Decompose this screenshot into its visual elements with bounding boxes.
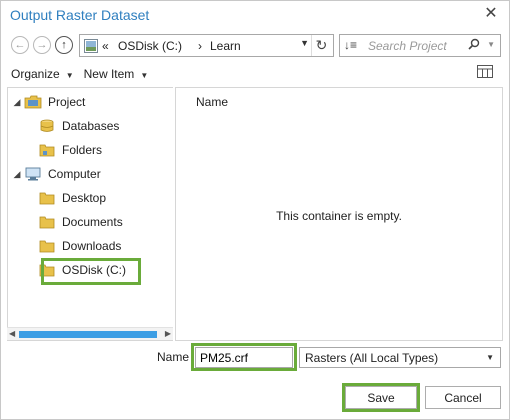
type-select[interactable]: Rasters (All Local Types) ▼ [299, 347, 501, 368]
search-input[interactable]: Search Project [368, 39, 447, 53]
scroll-right-icon[interactable]: ▶ [165, 329, 171, 338]
content-pane: Name This container is empty. [175, 87, 503, 341]
tree-horizontal-scrollbar[interactable]: ◀ ▶ [7, 327, 173, 340]
forward-arrow-icon: → [36, 39, 48, 51]
search-dropdown-icon[interactable]: ▼ [487, 40, 495, 49]
tree-item-desktop[interactable]: Desktop [24, 187, 106, 209]
tree-item-label: OSDisk (C:) [62, 263, 126, 277]
folder-icon [39, 240, 55, 253]
folder-icon [39, 192, 55, 205]
save-button[interactable]: Save [345, 386, 417, 409]
cancel-button[interactable]: Cancel [425, 386, 501, 409]
tree-item-label: Documents [62, 215, 123, 229]
chevron-down-icon: ▼ [486, 353, 494, 362]
scroll-left-icon[interactable]: ◀ [9, 329, 15, 338]
tree-item-folders[interactable]: Folders [24, 139, 102, 161]
close-icon[interactable]: ✕ [483, 6, 499, 22]
back-arrow-icon: ← [14, 39, 26, 51]
view-options-icon[interactable] [477, 65, 493, 79]
dialog-title: Output Raster Dataset [10, 7, 150, 23]
tree-item-label: Databases [62, 119, 120, 133]
toolbar: Organize ▼ New Item ▼ [11, 65, 158, 83]
up-button[interactable]: ↑ [55, 36, 73, 54]
tree-item-label: Computer [48, 167, 101, 181]
tree-item-computer[interactable]: ◢ Computer [10, 163, 101, 185]
project-icon [24, 95, 42, 109]
database-icon [40, 119, 54, 132]
name-field[interactable] [195, 347, 293, 368]
new-item-label: New Item [83, 67, 135, 81]
expander-icon[interactable]: ◢ [10, 169, 24, 180]
tree-item-label: Folders [62, 143, 103, 157]
navigation-tree: ◢ Project Databases Folders ◢ Computer D… [7, 87, 173, 341]
name-column-header[interactable]: Name [196, 95, 228, 109]
tree-item-label: Downloads [62, 239, 122, 253]
sort-icon[interactable]: ↓≡ [344, 38, 357, 52]
new-item-menu[interactable]: New Item ▼ [84, 67, 149, 81]
folder-icon [39, 216, 55, 229]
tree-item-databases[interactable]: Databases [24, 115, 119, 137]
tree-item-label: Desktop [62, 191, 107, 205]
cancel-label: Cancel [444, 390, 482, 405]
location-icon [84, 39, 98, 53]
forward-button[interactable]: → [33, 36, 51, 54]
up-arrow-icon: ↑ [61, 39, 67, 51]
search-icon[interactable] [468, 38, 480, 50]
name-label: Name [157, 350, 190, 364]
refresh-icon[interactable]: ↻ [311, 35, 331, 56]
breadcrumb-learn[interactable]: Learn [210, 39, 241, 53]
tree-item-osdisk[interactable]: OSDisk (C:) [24, 259, 126, 281]
tree-item-label: Project [48, 95, 86, 109]
search-box[interactable]: ↓≡ Search Project ▼ [339, 34, 501, 57]
address-dropdown-icon[interactable]: ▼ [300, 38, 309, 48]
organize-caret-icon: ▼ [65, 71, 74, 80]
breadcrumb-arrow: › [198, 39, 202, 53]
scrollbar-thumb[interactable] [19, 331, 157, 338]
back-button[interactable]: ← [11, 36, 29, 54]
save-label: Save [367, 390, 395, 405]
computer-icon [25, 167, 41, 181]
type-select-value: Rasters (All Local Types) [305, 351, 439, 365]
folder-icon [39, 264, 55, 277]
breadcrumb-overflow[interactable]: « [102, 39, 109, 53]
empty-message: This container is empty. [276, 209, 402, 223]
address-bar[interactable]: « OSDisk (C:) › Learn ▼ ↻ [79, 34, 334, 57]
organize-label: Organize [11, 67, 60, 81]
breadcrumb-osdisk[interactable]: OSDisk (C:) [118, 39, 182, 53]
output-raster-dialog: Output Raster Dataset ✕ ← → ↑ « OSDisk (… [0, 0, 510, 420]
tree-item-documents[interactable]: Documents [24, 211, 123, 233]
tree-item-downloads[interactable]: Downloads [24, 235, 121, 257]
new-item-caret-icon: ▼ [140, 71, 149, 80]
tree-item-project[interactable]: ◢ Project [10, 91, 86, 113]
organize-menu[interactable]: Organize ▼ [11, 67, 74, 81]
folders-icon [39, 144, 55, 157]
expander-icon[interactable]: ◢ [10, 97, 24, 108]
